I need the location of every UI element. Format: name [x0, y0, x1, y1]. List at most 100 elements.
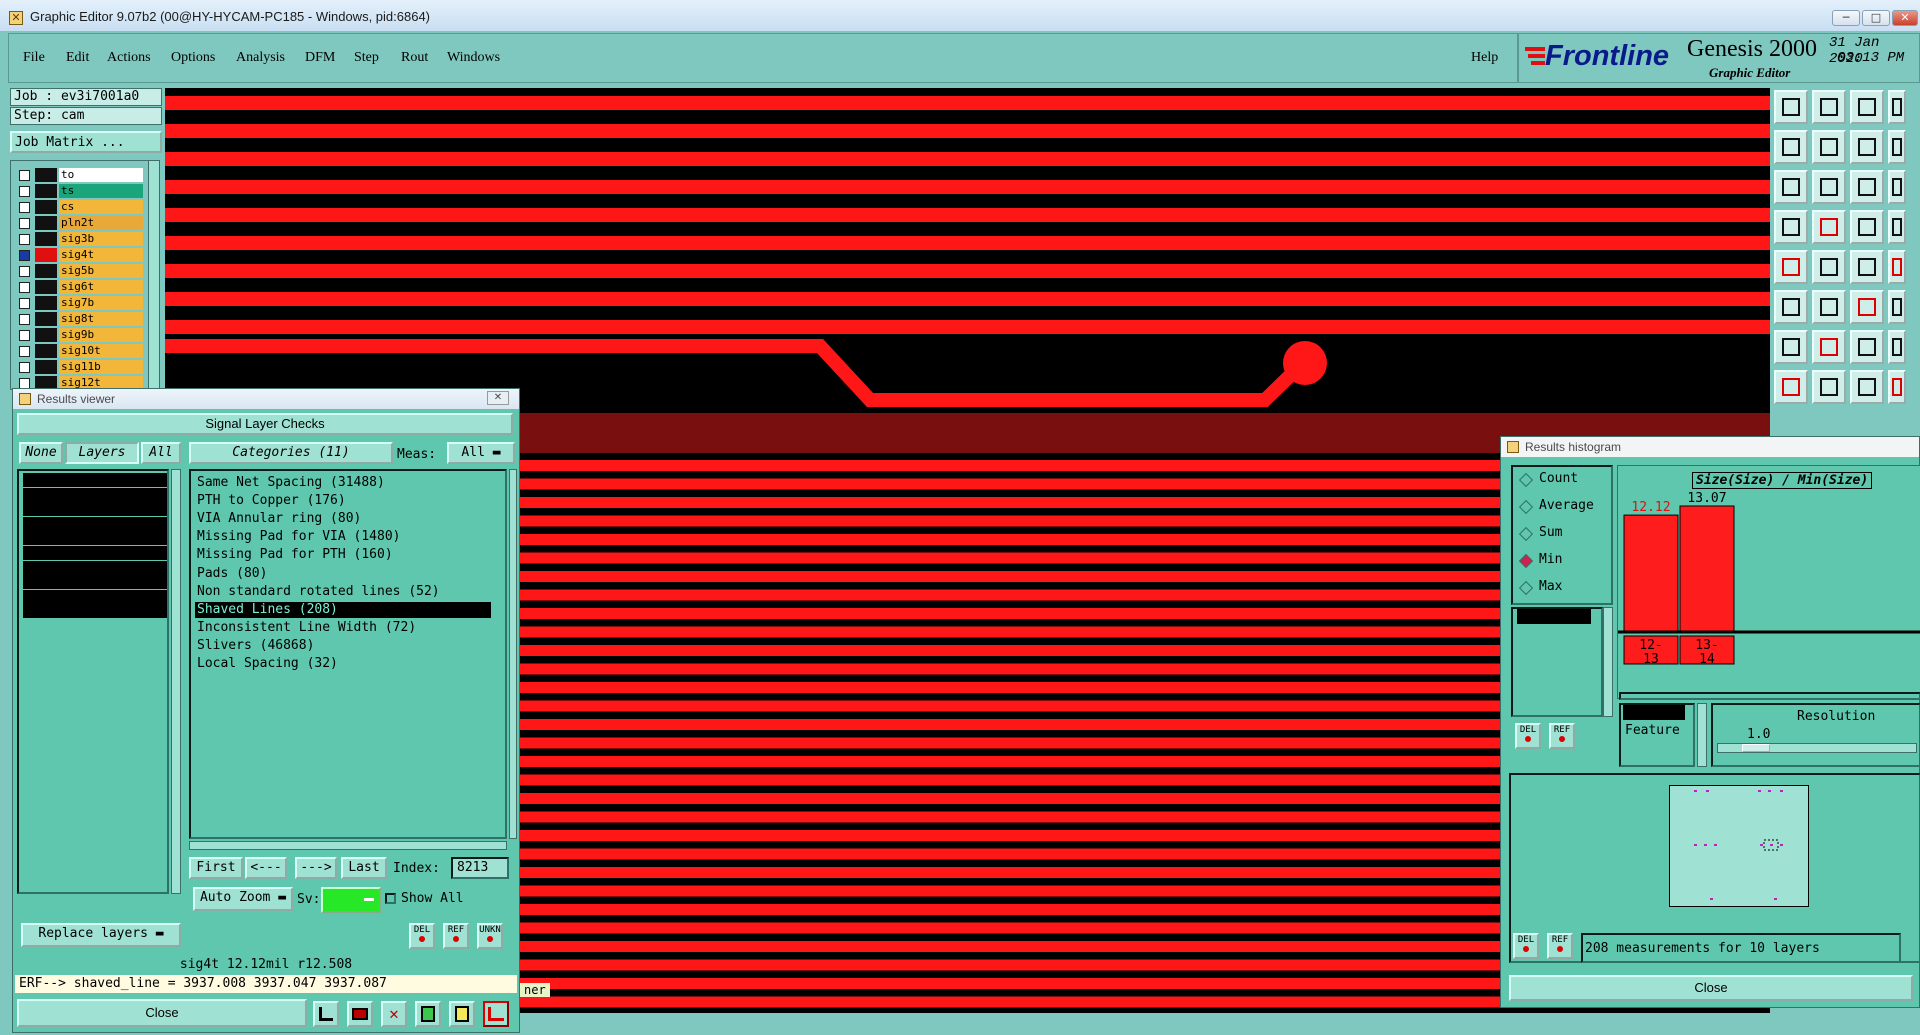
toolbar-button[interactable] — [1774, 290, 1808, 324]
menu-options[interactable]: Options — [171, 50, 215, 66]
layer-row[interactable]: cs — [11, 199, 151, 215]
toolbar-button[interactable] — [1850, 130, 1884, 164]
resolution-slider[interactable] — [1717, 743, 1917, 753]
menu-edit[interactable]: Edit — [66, 50, 89, 66]
toolbar-button[interactable] — [1774, 130, 1808, 164]
result-layer-item[interactable]: sig11b — [23, 589, 167, 604]
layer-checkbox[interactable] — [19, 330, 30, 341]
toolbar-button[interactable] — [1888, 170, 1906, 204]
category-item[interactable]: Local Spacing (32) — [195, 656, 491, 672]
toolbar-button[interactable] — [1812, 370, 1846, 404]
toolbar-button[interactable] — [1774, 90, 1808, 124]
result-layer-item[interactable]: sig3b — [23, 473, 167, 487]
toolbar-button[interactable] — [1774, 210, 1808, 244]
layer-row[interactable]: sig8t — [11, 311, 151, 327]
result-layer-item[interactable]: sig10t — [23, 575, 167, 590]
category-item[interactable]: Pads (80) — [195, 566, 491, 582]
auto-zoom-dropdown[interactable]: Auto Zoom ▬ — [193, 887, 293, 911]
hist-del-button[interactable]: DEL — [1515, 723, 1541, 749]
results-viewer-close-icon[interactable]: ✕ — [487, 391, 509, 405]
resolution-slider-handle[interactable] — [1742, 744, 1770, 752]
del-button[interactable]: DEL — [409, 923, 435, 949]
all-button[interactable]: All — [141, 442, 181, 464]
layer-row[interactable]: sig11b — [11, 359, 151, 375]
layer-checkbox[interactable] — [19, 218, 30, 229]
layer-checkbox[interactable] — [19, 250, 30, 261]
hist-ref-button[interactable]: REF — [1549, 723, 1575, 749]
note-tool-icon[interactable] — [415, 1001, 441, 1027]
layer-row[interactable]: ts — [11, 183, 151, 199]
histogram-close-button[interactable]: Close — [1509, 975, 1913, 1001]
category-scrollbar[interactable] — [509, 469, 517, 839]
toolbar-button[interactable] — [1812, 170, 1846, 204]
attribute-item[interactable]: Size — [1517, 609, 1591, 624]
result-layer-item[interactable]: sig6t — [23, 516, 167, 531]
show-all-checkbox[interactable] — [385, 893, 396, 904]
toolbar-button[interactable] — [1888, 370, 1906, 404]
layer-row[interactable]: sig5b — [11, 263, 151, 279]
toolbar-button[interactable] — [1774, 170, 1808, 204]
last-button[interactable]: Last — [341, 857, 387, 879]
prev-button[interactable]: <--- — [245, 857, 287, 879]
job-matrix-button[interactable]: Job Matrix ... — [10, 131, 162, 153]
first-button[interactable]: First — [189, 857, 243, 879]
toolbar-button[interactable] — [1850, 170, 1884, 204]
categories-button[interactable]: Categories (11) — [189, 442, 393, 464]
toolbar-button[interactable] — [1850, 210, 1884, 244]
close-button[interactable]: Close — [17, 999, 307, 1027]
layer-checkbox[interactable] — [19, 346, 30, 357]
category-item[interactable]: Missing Pad for VIA (1480) — [195, 529, 491, 545]
layer-checkbox[interactable] — [19, 282, 30, 293]
layer-row[interactable]: pln2t — [11, 215, 151, 231]
toolbar-button[interactable] — [1850, 330, 1884, 364]
menu-help[interactable]: Help — [1471, 50, 1498, 66]
category-item[interactable]: PTH to Copper (176) — [195, 493, 491, 509]
toolbar-button[interactable] — [1812, 210, 1846, 244]
toolbar-button[interactable] — [1888, 290, 1906, 324]
layer-row[interactable]: sig3b — [11, 231, 151, 247]
index-field[interactable]: 8213 — [451, 857, 509, 879]
toolbar-button[interactable] — [1888, 250, 1906, 284]
category-item[interactable]: VIA Annular ring (80) — [195, 511, 491, 527]
sort-item-feature[interactable]: Feature — [1625, 723, 1680, 738]
unkn-button[interactable]: UNKN — [477, 923, 503, 949]
toolbar-button[interactable] — [1774, 250, 1808, 284]
layer-checkbox[interactable] — [19, 314, 30, 325]
preview-del-button[interactable]: DEL — [1513, 933, 1539, 959]
category-item[interactable]: Same Net Spacing (31488) — [195, 475, 491, 491]
sort-item-size[interactable]: Size — [1623, 705, 1685, 720]
category-item[interactable]: Shaved Lines (208) — [195, 601, 491, 618]
layer-checkbox[interactable] — [19, 298, 30, 309]
toolbar-button[interactable] — [1812, 290, 1846, 324]
histogram-bar[interactable] — [1679, 505, 1735, 632]
ref-button[interactable]: REF — [443, 923, 469, 949]
layer-checkbox[interactable] — [19, 234, 30, 245]
result-layer-item[interactable]: sig7b — [23, 531, 167, 546]
screen-tool-icon[interactable] — [347, 1001, 373, 1027]
toolbar-button[interactable] — [1850, 250, 1884, 284]
toolbar-button[interactable] — [1812, 250, 1846, 284]
result-layer-item[interactable]: sig9b — [23, 560, 167, 575]
layer-checkbox[interactable] — [19, 362, 30, 373]
toolbar-button[interactable] — [1888, 90, 1906, 124]
layer-checkbox[interactable] — [19, 170, 30, 181]
histogram-tool-icon[interactable] — [483, 1001, 509, 1027]
chart-tool-icon[interactable] — [313, 1001, 339, 1027]
toolbar-button[interactable] — [1850, 90, 1884, 124]
severity-color-dropdown[interactable] — [321, 887, 381, 913]
category-item[interactable]: Slivers (46868) — [195, 638, 491, 654]
layer-row[interactable]: sig6t — [11, 279, 151, 295]
category-item[interactable]: Inconsistent Line Width (72) — [195, 620, 491, 636]
layer-row[interactable]: sig4t — [11, 247, 151, 263]
toolbar-button[interactable] — [1812, 90, 1846, 124]
category-hscrollbar[interactable] — [189, 841, 507, 850]
layer-checkbox[interactable] — [19, 266, 30, 277]
toolbar-button[interactable] — [1888, 330, 1906, 364]
layer-row[interactable]: sig10t — [11, 343, 151, 359]
menu-dfm[interactable]: DFM — [305, 50, 335, 66]
menu-windows[interactable]: Windows — [447, 50, 500, 66]
menu-file[interactable]: File — [23, 50, 45, 66]
maximize-button[interactable]: □ — [1862, 10, 1890, 26]
attribute-scrollbar[interactable] — [1603, 607, 1613, 717]
replace-layers-dropdown[interactable]: Replace layers ▬ — [21, 923, 181, 947]
